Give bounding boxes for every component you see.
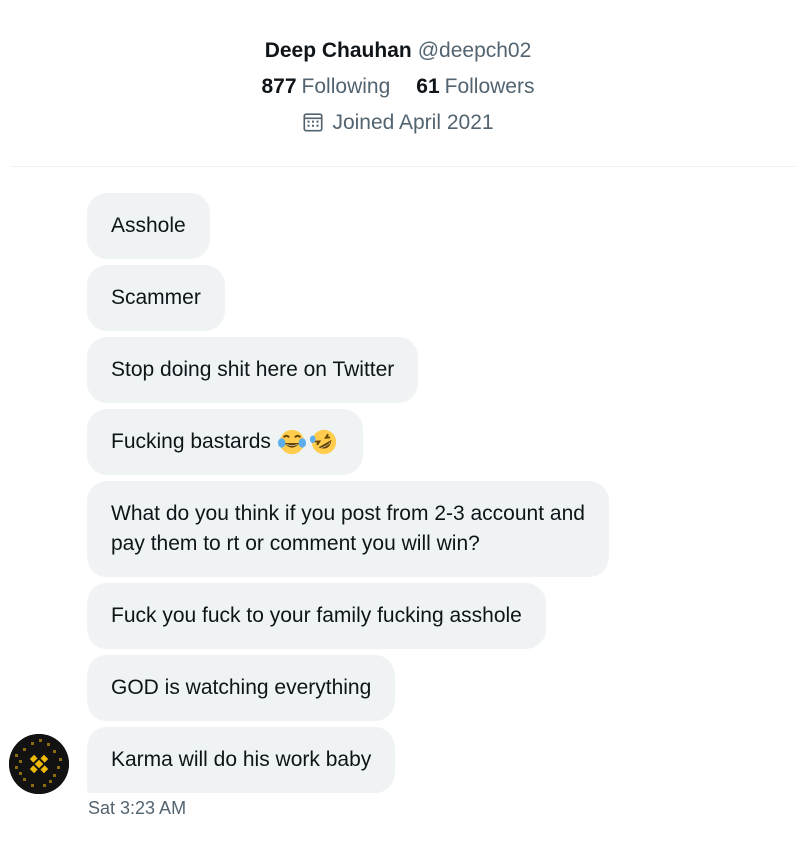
message-bubble[interactable]: Fucking bastards	[87, 409, 363, 475]
binance-logo-avatar-icon	[9, 734, 69, 794]
header-divider	[10, 166, 796, 167]
message-text-line: pay them to rt or comment you will win?	[111, 532, 480, 555]
message-bubble[interactable]: Scammer	[87, 265, 225, 331]
rolling-on-the-floor-laughing-icon	[309, 429, 337, 455]
profile-display-name[interactable]: Deep Chauhan	[265, 39, 412, 62]
following-count: 877	[261, 75, 297, 98]
joined-date: Joined April 2021	[332, 111, 494, 134]
message-text: Asshole	[111, 214, 186, 237]
message-bubble[interactable]: Karma will do his work baby	[87, 727, 396, 793]
profile-stats: 877 Following 61 Followers	[0, 74, 796, 100]
message-bubble[interactable]: What do you think if you post from 2-3 a…	[87, 481, 609, 577]
avatar[interactable]	[9, 734, 69, 794]
message-text: Fuck you fuck to your family fucking ass…	[111, 604, 522, 627]
message-text: Scammer	[111, 286, 201, 309]
calendar-icon	[303, 113, 323, 132]
message-text: Fucking bastards	[111, 430, 271, 453]
message-bubble[interactable]: GOD is watching everything	[87, 655, 396, 721]
message-bubble[interactable]: Stop doing shit here on Twitter	[87, 337, 419, 403]
profile-handle[interactable]: @deepch02	[418, 39, 532, 62]
message-text: GOD is watching everything	[111, 676, 372, 699]
message-text: Karma will do his work baby	[111, 748, 372, 771]
profile-name-line: Deep Chauhan @deepch02	[0, 38, 796, 64]
following-stat[interactable]: 877 Following	[262, 74, 391, 100]
followers-label: Followers	[444, 75, 535, 98]
face-with-tears-of-joy-icon	[277, 429, 306, 455]
message-bubble[interactable]: Asshole	[87, 193, 210, 259]
message-text: Stop doing shit here on Twitter	[111, 358, 395, 381]
message-text-line: What do you think if you post from 2-3 a…	[111, 502, 585, 525]
profile-joined: Joined April 2021	[0, 110, 796, 136]
message-timestamp: Sat 3:23 AM	[88, 798, 187, 818]
message-bubble[interactable]: Fuck you fuck to your family fucking ass…	[87, 583, 546, 649]
following-label: Following	[301, 75, 391, 98]
followers-stat[interactable]: 61 Followers	[416, 74, 534, 100]
followers-count: 61	[416, 75, 440, 98]
